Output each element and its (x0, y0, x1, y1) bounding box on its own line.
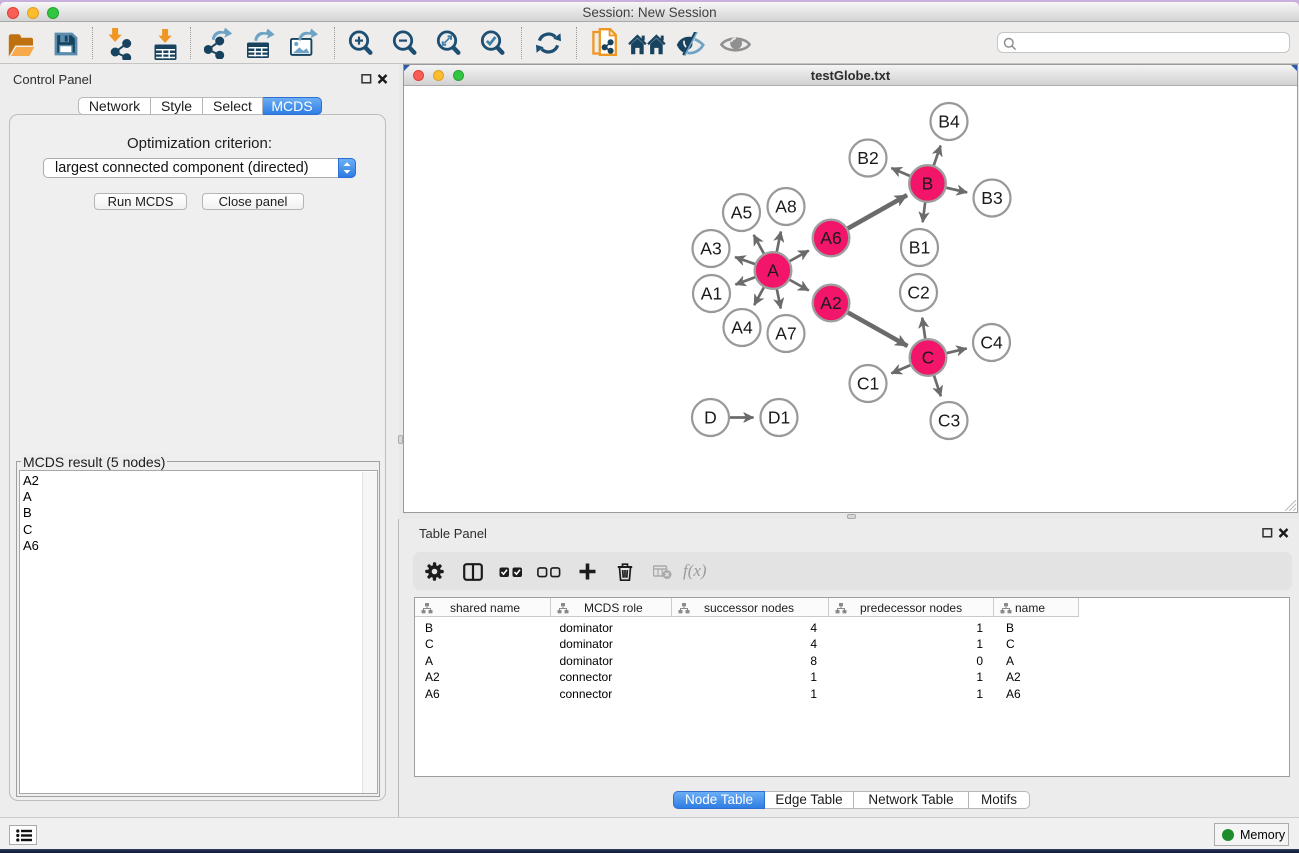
svg-text:A: A (767, 261, 779, 281)
svg-text:B2: B2 (857, 148, 878, 168)
svg-text:C4: C4 (980, 333, 1003, 353)
svg-text:A1: A1 (701, 284, 722, 304)
svg-text:A7: A7 (775, 324, 796, 344)
svg-text:B: B (922, 174, 934, 194)
svg-text:B4: B4 (938, 112, 960, 132)
svg-text:C3: C3 (938, 411, 960, 431)
svg-text:D: D (704, 408, 717, 428)
svg-text:A8: A8 (775, 197, 796, 217)
svg-text:A4: A4 (731, 318, 753, 338)
svg-text:A2: A2 (820, 293, 841, 313)
svg-text:A3: A3 (700, 239, 721, 259)
svg-text:C2: C2 (907, 283, 929, 303)
svg-text:B1: B1 (909, 238, 930, 258)
svg-text:A6: A6 (820, 228, 841, 248)
svg-text:D1: D1 (768, 408, 790, 428)
svg-text:f(x): f(x) (683, 562, 707, 580)
svg-text:B3: B3 (981, 188, 1002, 208)
svg-text:C1: C1 (857, 374, 879, 394)
svg-text:A5: A5 (731, 203, 752, 223)
svg-text:C: C (922, 348, 935, 368)
